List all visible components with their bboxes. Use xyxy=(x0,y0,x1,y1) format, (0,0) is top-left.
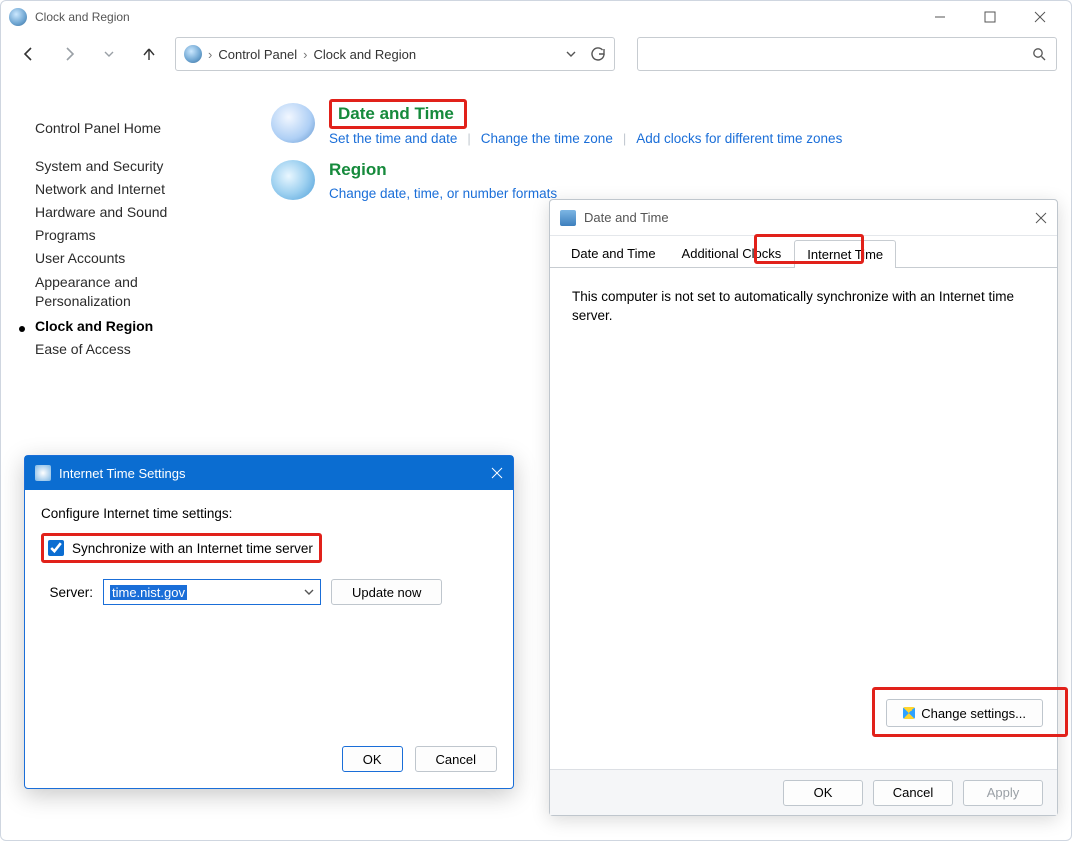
date-time-dialog-icon xyxy=(560,210,576,226)
dialog-title: Date and Time xyxy=(584,210,669,225)
address-dropdown[interactable] xyxy=(566,51,584,57)
up-button[interactable] xyxy=(135,40,163,68)
close-button[interactable] xyxy=(491,467,503,479)
sidebar-item-home[interactable]: Control Panel Home xyxy=(35,120,233,136)
date-time-icon xyxy=(271,103,315,143)
sidebar-item-accounts[interactable]: User Accounts xyxy=(35,250,233,266)
globe-clock-icon xyxy=(9,8,27,26)
sync-status-message: This computer is not set to automaticall… xyxy=(572,289,1014,323)
highlight-internet-time-tab xyxy=(754,234,864,264)
dialog-titlebar: Internet Time Settings xyxy=(25,456,513,490)
server-value: time.nist.gov xyxy=(110,585,187,600)
search-icon xyxy=(1032,47,1046,61)
server-combobox[interactable]: time.nist.gov xyxy=(103,579,321,605)
sidebar-item-ease[interactable]: Ease of Access xyxy=(35,341,233,357)
close-button[interactable] xyxy=(1017,3,1063,31)
sync-checkbox[interactable] xyxy=(48,540,64,556)
back-button[interactable] xyxy=(15,40,43,68)
dialog-content: This computer is not set to automaticall… xyxy=(550,268,1057,346)
ok-button[interactable]: OK xyxy=(783,780,863,806)
link-set-time[interactable]: Set the time and date xyxy=(329,131,457,146)
dialog-button-bar: OK Cancel Apply xyxy=(550,769,1057,815)
chevron-right-icon: › xyxy=(303,47,307,62)
recent-dropdown[interactable] xyxy=(95,40,123,68)
highlight-sync-checkbox: Synchronize with an Internet time server xyxy=(41,533,322,563)
forward-button[interactable] xyxy=(55,40,83,68)
search-input[interactable] xyxy=(637,37,1057,71)
category-region[interactable]: Region xyxy=(329,160,387,179)
sidebar-item-network[interactable]: Network and Internet xyxy=(35,181,233,197)
update-now-button[interactable]: Update now xyxy=(331,579,442,605)
tab-date-time[interactable]: Date and Time xyxy=(558,239,669,267)
highlight-change-settings xyxy=(872,687,1068,737)
link-add-clocks[interactable]: Add clocks for different time zones xyxy=(636,131,842,146)
date-time-dialog: Date and Time Date and Time Additional C… xyxy=(549,199,1058,816)
cancel-button[interactable]: Cancel xyxy=(415,746,497,772)
apply-button: Apply xyxy=(963,780,1043,806)
close-button[interactable] xyxy=(1035,212,1047,224)
chevron-right-icon: › xyxy=(208,47,212,62)
sync-label: Synchronize with an Internet time server xyxy=(72,541,313,556)
breadcrumb-root[interactable]: Control Panel xyxy=(218,47,297,62)
sidebar-item-hardware[interactable]: Hardware and Sound xyxy=(35,204,233,220)
address-bar[interactable]: › Control Panel › Clock and Region xyxy=(175,37,615,71)
region-icon xyxy=(271,160,315,200)
subtitle: Configure Internet time settings: xyxy=(41,506,497,521)
link-change-formats[interactable]: Change date, time, or number formats xyxy=(329,186,557,201)
sidebar-item-appearance[interactable]: Appearance and Personalization xyxy=(35,273,233,311)
navigation-toolbar: › Control Panel › Clock and Region xyxy=(1,33,1071,75)
sidebar-item-system[interactable]: System and Security xyxy=(35,158,233,174)
dialog-titlebar: Date and Time xyxy=(550,200,1057,236)
chevron-down-icon xyxy=(304,589,314,595)
category-date-time[interactable]: Date and Time xyxy=(338,104,454,123)
maximize-button[interactable] xyxy=(967,3,1013,31)
window-titlebar: Clock and Region xyxy=(1,1,1071,33)
cancel-button[interactable]: Cancel xyxy=(873,780,953,806)
dialog-title: Internet Time Settings xyxy=(59,466,185,481)
minimize-button[interactable] xyxy=(917,3,963,31)
breadcrumb-leaf[interactable]: Clock and Region xyxy=(313,47,416,62)
internet-time-settings-dialog: Internet Time Settings Configure Interne… xyxy=(24,455,514,789)
sidebar-item-clock-region[interactable]: Clock and Region xyxy=(35,318,233,334)
clock-icon xyxy=(35,465,51,481)
link-change-timezone[interactable]: Change the time zone xyxy=(481,131,613,146)
globe-clock-icon xyxy=(184,45,202,63)
ok-button[interactable]: OK xyxy=(342,746,403,772)
server-label: Server: xyxy=(41,585,93,600)
sidebar-item-programs[interactable]: Programs xyxy=(35,227,233,243)
highlight-date-time: Date and Time xyxy=(329,99,467,129)
window-title: Clock and Region xyxy=(35,10,130,24)
refresh-button[interactable] xyxy=(590,46,606,62)
